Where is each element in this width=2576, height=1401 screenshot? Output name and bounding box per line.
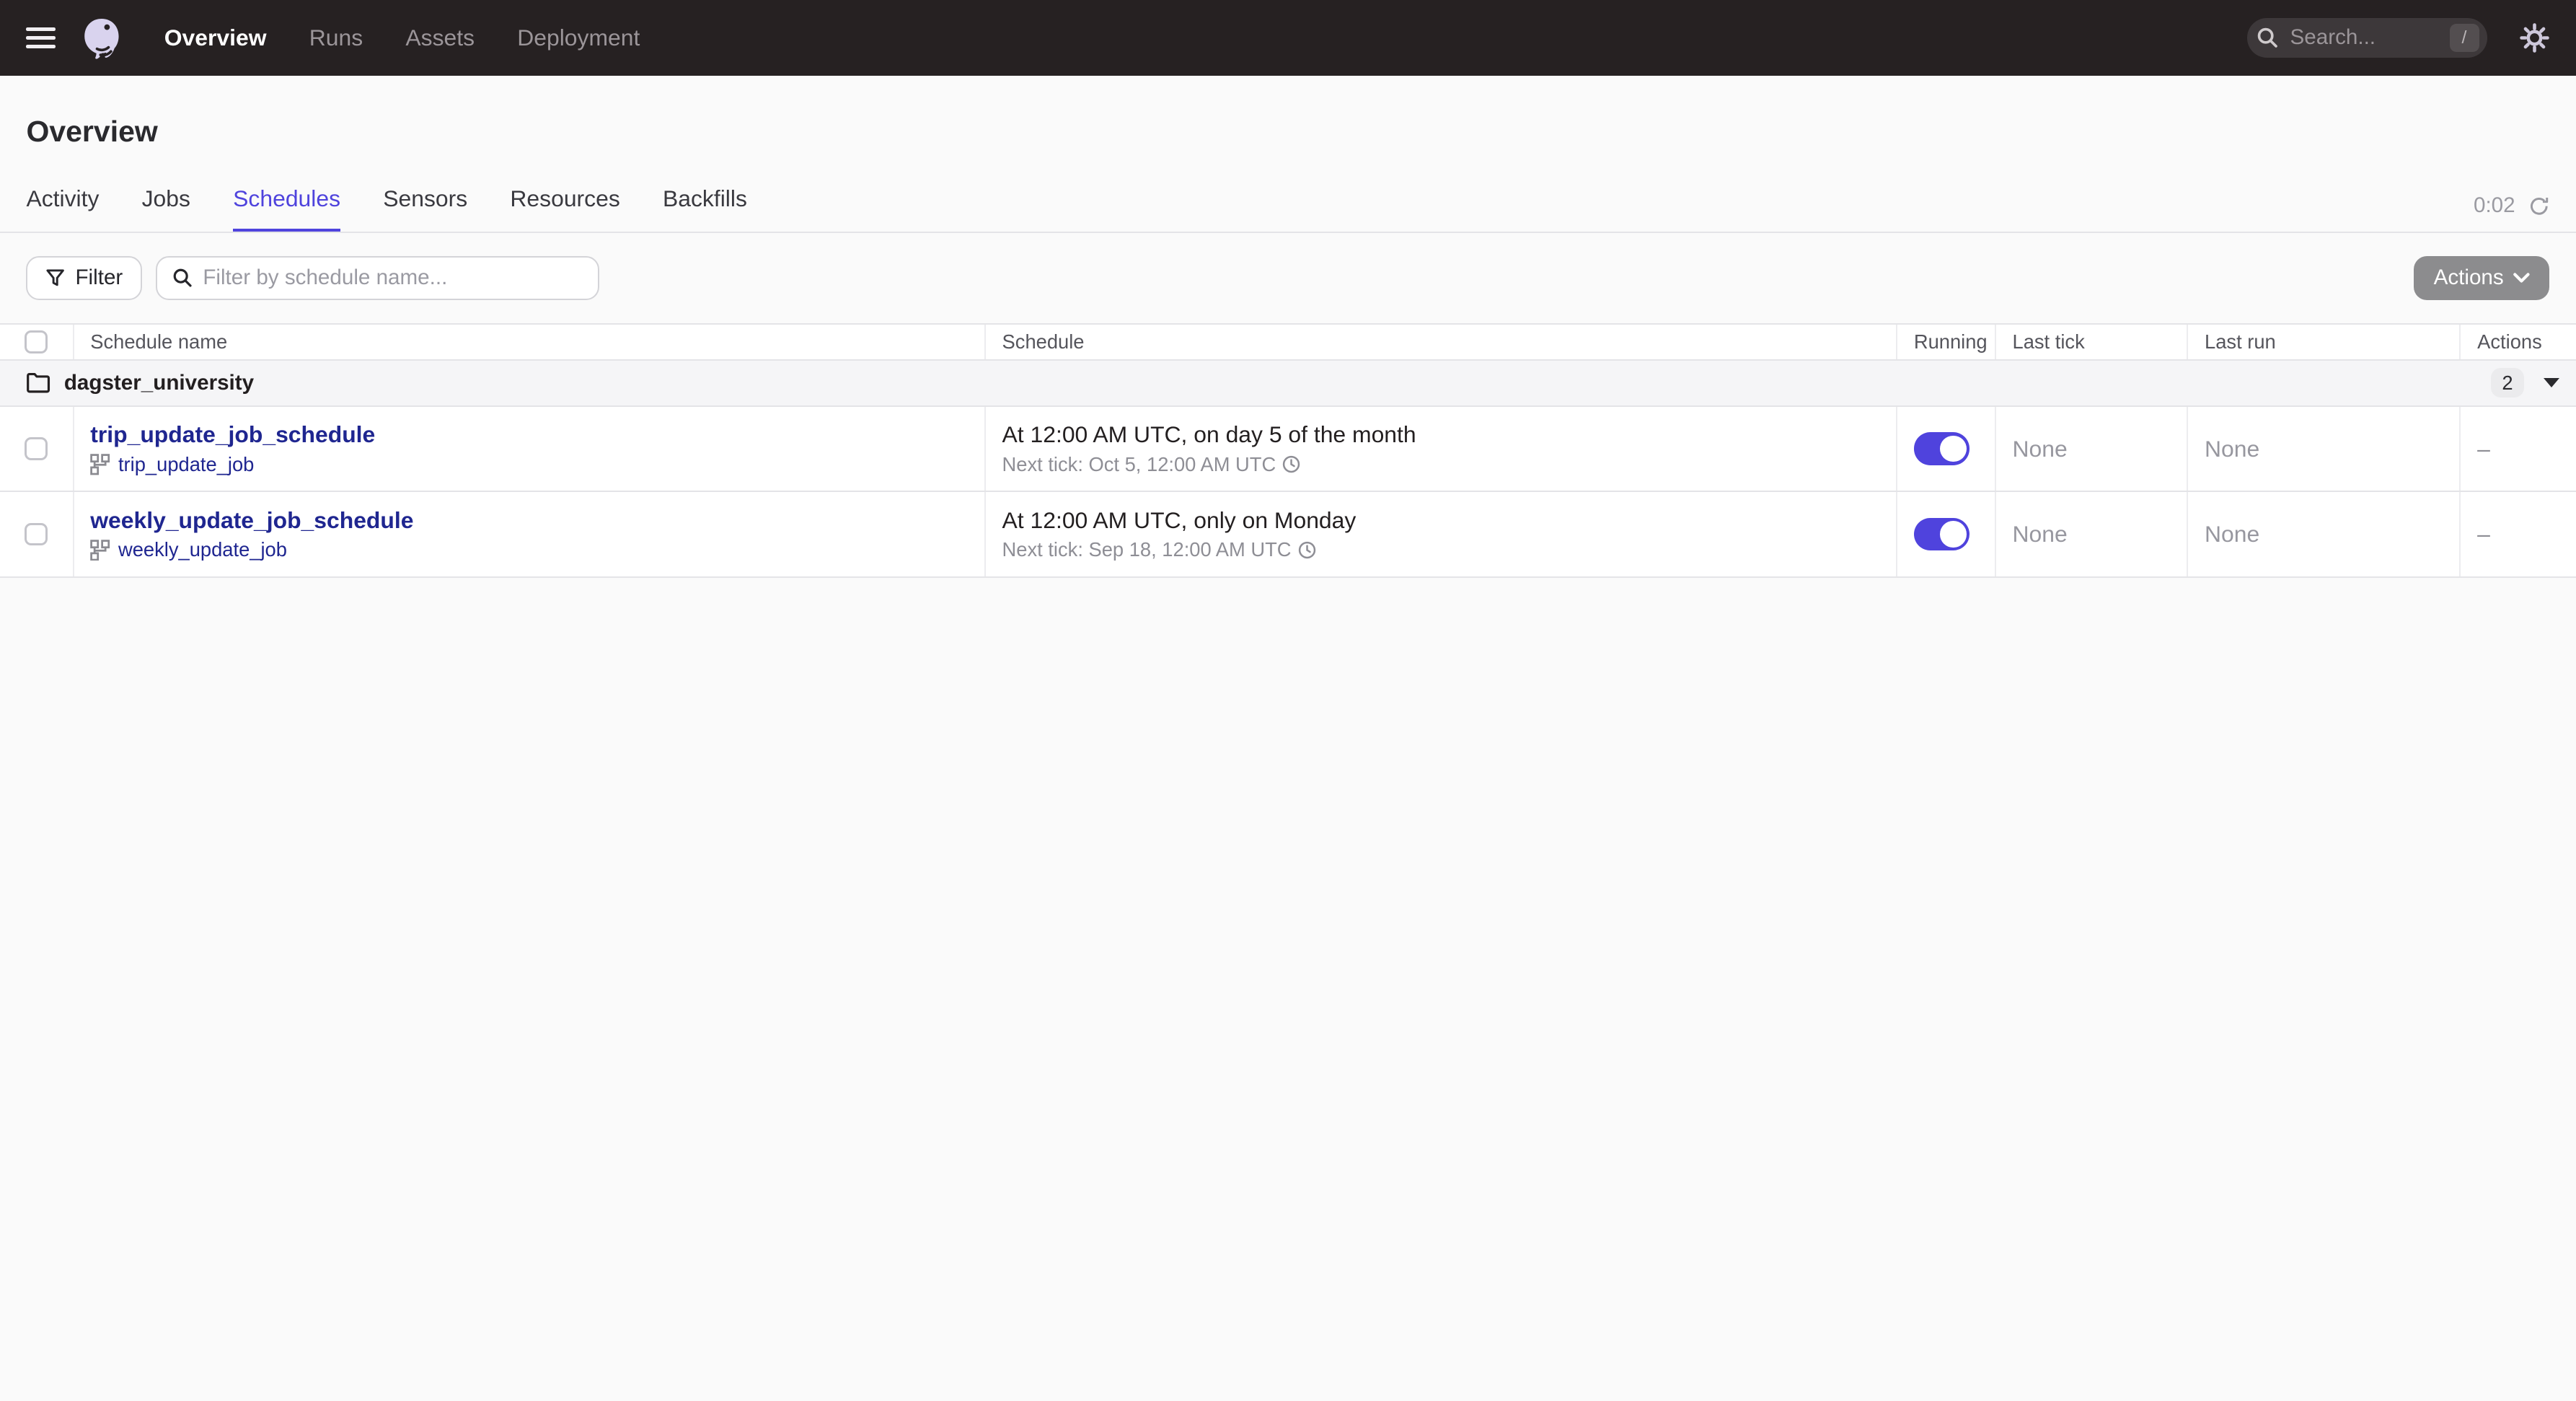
global-search-input[interactable]: Search... / (2247, 18, 2487, 58)
search-placeholder: Search... (2290, 25, 2376, 50)
page-title: Overview (26, 115, 158, 149)
filter-input-wrap (155, 255, 599, 300)
dagster-app: Overview Runs Assets Deployment Search..… (0, 0, 2576, 1400)
clock-icon (1298, 541, 1316, 559)
refresh-icon[interactable] (2528, 196, 2550, 217)
tab-jobs[interactable]: Jobs (142, 185, 190, 232)
slash-shortcut-badge: / (2449, 24, 2479, 52)
group-count-badge: 2 (2491, 368, 2524, 398)
schedule-name-link[interactable]: trip_update_job_schedule (90, 421, 968, 448)
job-link[interactable]: trip_update_job (118, 453, 254, 476)
search-icon (2254, 25, 2280, 50)
next-tick-text: Next tick: Sep 18, 12:00 AM UTC (1002, 538, 1292, 561)
schedules-table: Schedule name Schedule Running Last tick… (0, 322, 2576, 578)
refresh-countdown: 0:02 (2473, 193, 2515, 218)
tab-sensors[interactable]: Sensors (383, 185, 467, 232)
last-run-value: None (2188, 406, 2461, 491)
header-actions: Actions (2477, 330, 2542, 353)
nav-item-runs[interactable]: Runs (309, 25, 363, 51)
running-toggle[interactable] (1913, 432, 1970, 465)
row-checkbox[interactable] (25, 522, 48, 546)
hamburger-menu-icon[interactable] (26, 27, 56, 49)
schedule-row: trip_update_job_schedule trip_update_job… (0, 406, 2576, 493)
filter-funnel-icon (45, 268, 65, 288)
actions-button-label: Actions (2433, 265, 2504, 290)
filter-button-label: Filter (75, 265, 123, 290)
nav-item-deployment[interactable]: Deployment (517, 25, 640, 51)
running-toggle[interactable] (1913, 517, 1970, 551)
tab-backfills[interactable]: Backfills (663, 185, 747, 232)
job-graph-icon (90, 539, 110, 561)
row-checkbox[interactable] (25, 437, 48, 460)
actions-button[interactable]: Actions (2414, 255, 2550, 300)
repo-group-name: dagster_university (63, 370, 255, 395)
filter-search-icon (172, 267, 193, 289)
last-tick-value: None (1996, 492, 2189, 576)
header-schedule: Schedule (986, 324, 1898, 359)
header-last-run: Last run (2188, 324, 2461, 359)
job-graph-icon (90, 454, 110, 475)
caret-down-icon[interactable] (2544, 378, 2560, 387)
toolbar: Filter Actions (0, 233, 2576, 323)
header-last-tick: Last tick (1996, 324, 2189, 359)
top-nav: Overview Runs Assets Deployment Search..… (0, 0, 2576, 76)
job-link[interactable]: weekly_update_job (118, 538, 287, 561)
header-running: Running (1897, 324, 1996, 359)
header-schedule-name: Schedule name (74, 324, 986, 359)
nav-links: Overview Runs Assets Deployment (164, 25, 640, 51)
row-actions-placeholder: – (2477, 435, 2490, 462)
filter-button[interactable]: Filter (26, 255, 143, 300)
row-actions-placeholder: – (2477, 520, 2490, 547)
nav-item-assets[interactable]: Assets (405, 25, 475, 51)
last-tick-value: None (1996, 406, 2189, 491)
select-all-checkbox[interactable] (25, 330, 48, 353)
top-nav-right: Search... / (2247, 18, 2550, 58)
schedule-name-link[interactable]: weekly_update_job_schedule (90, 507, 968, 534)
tab-schedules[interactable]: Schedules (233, 185, 341, 232)
gear-icon[interactable] (2520, 23, 2550, 53)
clock-icon (1282, 455, 1300, 473)
table-header-row: Schedule name Schedule Running Last tick… (0, 324, 2576, 361)
nav-item-overview[interactable]: Overview (164, 25, 267, 51)
cron-description: At 12:00 AM UTC, on day 5 of the month (1002, 421, 1416, 448)
folder-icon (26, 372, 50, 394)
tab-resources[interactable]: Resources (510, 185, 619, 232)
repo-group-row[interactable]: dagster_university 2 (0, 361, 2576, 407)
next-tick-text: Next tick: Oct 5, 12:00 AM UTC (1002, 452, 1276, 475)
tab-activity[interactable]: Activity (26, 185, 99, 232)
dagster-logo[interactable] (79, 15, 125, 61)
tab-bar: Activity Jobs Schedules Sensors Resource… (0, 182, 2576, 233)
schedule-row: weekly_update_job_schedule weekly_update… (0, 492, 2576, 578)
filter-input[interactable] (203, 265, 583, 291)
cron-description: At 12:00 AM UTC, only on Monday (1002, 506, 1357, 533)
chevron-down-icon (2513, 272, 2530, 284)
last-run-value: None (2188, 492, 2461, 576)
